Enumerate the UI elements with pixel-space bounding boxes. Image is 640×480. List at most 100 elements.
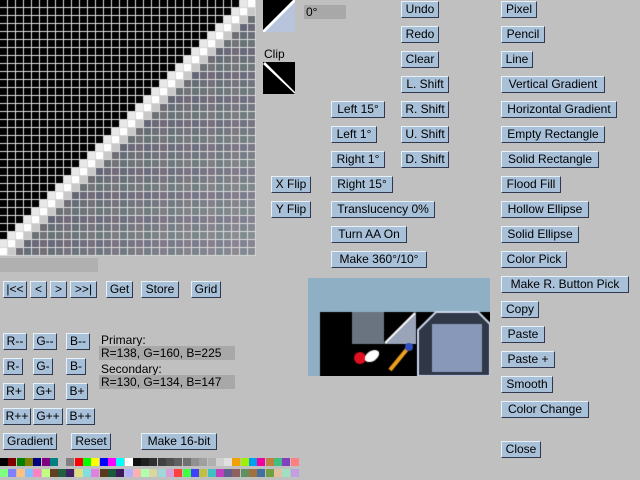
palette-swatch[interactable]	[182, 458, 191, 466]
palette-swatch[interactable]	[49, 458, 58, 466]
palette-swatch[interactable]	[190, 458, 199, 466]
down-shift-button[interactable]: D. Shift	[401, 151, 449, 168]
store-button[interactable]: Store	[141, 281, 179, 298]
right-shift-button[interactable]: R. Shift	[401, 101, 449, 118]
palette-swatch[interactable]	[91, 458, 100, 466]
left-shift-button[interactable]: L. Shift	[401, 76, 449, 93]
palette-swatch[interactable]	[16, 458, 25, 466]
color-pick-button[interactable]: Color Pick	[501, 251, 567, 268]
g-decrease-2-button[interactable]: G--	[33, 333, 57, 350]
palette-swatch[interactable]	[240, 469, 249, 477]
turn-aa-button[interactable]: Turn AA On	[331, 226, 407, 243]
palette-swatch[interactable]	[265, 469, 274, 477]
palette-swatch[interactable]	[83, 458, 91, 466]
right-1-button[interactable]: Right 1°	[331, 151, 385, 168]
palette-swatch[interactable]	[149, 458, 158, 466]
palette-swatch[interactable]	[215, 469, 224, 477]
b-decrease-2-button[interactable]: B--	[66, 333, 90, 350]
get-button[interactable]: Get	[106, 281, 133, 298]
palette-swatch[interactable]	[8, 458, 17, 466]
line-tool-button[interactable]: Line	[501, 51, 533, 68]
palette-swatch[interactable]	[207, 458, 216, 466]
palette-swatch[interactable]	[0, 458, 8, 466]
close-button[interactable]: Close	[501, 441, 541, 458]
last-frame-button[interactable]: >>|	[70, 281, 97, 298]
paste-button[interactable]: Paste	[501, 326, 545, 343]
palette-swatch[interactable]	[282, 458, 291, 466]
palette-swatch[interactable]	[290, 458, 299, 466]
palette-swatch[interactable]	[41, 458, 50, 466]
flood-fill-button[interactable]: Flood Fill	[501, 176, 561, 193]
pixel-tool-button[interactable]: Pixel	[501, 1, 537, 18]
palette-swatch[interactable]	[224, 458, 233, 466]
color-palette[interactable]	[0, 458, 300, 480]
r-increase-2-button[interactable]: R++	[3, 408, 31, 425]
palette-swatch[interactable]	[99, 458, 108, 466]
palette-swatch[interactable]	[166, 469, 174, 477]
palette-swatch[interactable]	[24, 469, 33, 477]
palette-swatch[interactable]	[107, 458, 116, 466]
r-increase-button[interactable]: R+	[3, 383, 25, 400]
palette-swatch[interactable]	[83, 469, 91, 477]
palette-swatch[interactable]	[157, 469, 166, 477]
palette-swatch[interactable]	[232, 458, 241, 466]
palette-swatch[interactable]	[107, 469, 116, 477]
hollow-ellipse-button[interactable]: Hollow Ellipse	[501, 201, 589, 218]
empty-rectangle-button[interactable]: Empty Rectangle	[501, 126, 605, 143]
make-right-button-pick-button[interactable]: Make R. Button Pick	[501, 276, 629, 293]
palette-swatch[interactable]	[8, 469, 17, 477]
next-frame-button[interactable]: >	[50, 281, 67, 298]
palette-swatch[interactable]	[132, 469, 141, 477]
palette-swatch[interactable]	[149, 469, 158, 477]
g-increase-button[interactable]: G+	[33, 383, 55, 400]
smooth-button[interactable]: Smooth	[501, 376, 553, 393]
r-decrease-2-button[interactable]: R--	[3, 333, 27, 350]
r-decrease-button[interactable]: R-	[3, 358, 23, 375]
horizontal-gradient-button[interactable]: Horizontal Gradient	[501, 101, 617, 118]
left-15-button[interactable]: Left 15°	[331, 101, 385, 118]
b-increase-2-button[interactable]: B++	[66, 408, 95, 425]
paste-plus-button[interactable]: Paste +	[501, 351, 555, 368]
solid-rectangle-button[interactable]: Solid Rectangle	[501, 151, 599, 168]
palette-swatch[interactable]	[166, 458, 174, 466]
palette-swatch[interactable]	[141, 469, 150, 477]
palette-swatch[interactable]	[249, 469, 257, 477]
palette-swatch[interactable]	[116, 458, 125, 466]
pencil-tool-button[interactable]: Pencil	[501, 26, 545, 43]
palette-swatch[interactable]	[257, 458, 266, 466]
palette-swatch[interactable]	[58, 469, 67, 477]
reset-button[interactable]: Reset	[71, 433, 111, 450]
left-1-button[interactable]: Left 1°	[331, 126, 377, 143]
palette-swatch[interactable]	[124, 469, 133, 477]
prev-frame-button[interactable]: <	[30, 281, 47, 298]
clear-button[interactable]: Clear	[401, 51, 439, 68]
palette-swatch[interactable]	[215, 458, 224, 466]
grid-button[interactable]: Grid	[191, 281, 221, 298]
color-change-button[interactable]: Color Change	[501, 401, 589, 418]
palette-swatch[interactable]	[99, 469, 108, 477]
palette-swatch[interactable]	[141, 458, 150, 466]
translucency-button[interactable]: Translucency 0%	[331, 201, 435, 218]
palette-swatch[interactable]	[74, 469, 83, 477]
palette-swatch[interactable]	[132, 458, 141, 466]
palette-swatch[interactable]	[224, 469, 233, 477]
palette-swatch[interactable]	[58, 458, 67, 466]
palette-swatch[interactable]	[66, 458, 75, 466]
g-increase-2-button[interactable]: G++	[33, 408, 63, 425]
x-flip-button[interactable]: X Flip	[271, 176, 311, 193]
palette-swatch[interactable]	[273, 469, 282, 477]
palette-swatch[interactable]	[174, 458, 183, 466]
palette-swatch[interactable]	[207, 469, 216, 477]
palette-swatch[interactable]	[199, 458, 208, 466]
b-decrease-button[interactable]: B-	[66, 358, 86, 375]
palette-swatch[interactable]	[116, 469, 125, 477]
palette-swatch[interactable]	[0, 469, 8, 477]
palette-swatch[interactable]	[240, 458, 249, 466]
palette-swatch[interactable]	[257, 469, 266, 477]
palette-swatch[interactable]	[273, 458, 282, 466]
palette-swatch[interactable]	[282, 469, 291, 477]
palette-swatch[interactable]	[232, 469, 241, 477]
palette-swatch[interactable]	[199, 469, 208, 477]
redo-button[interactable]: Redo	[401, 26, 439, 43]
b-increase-button[interactable]: B+	[66, 383, 88, 400]
